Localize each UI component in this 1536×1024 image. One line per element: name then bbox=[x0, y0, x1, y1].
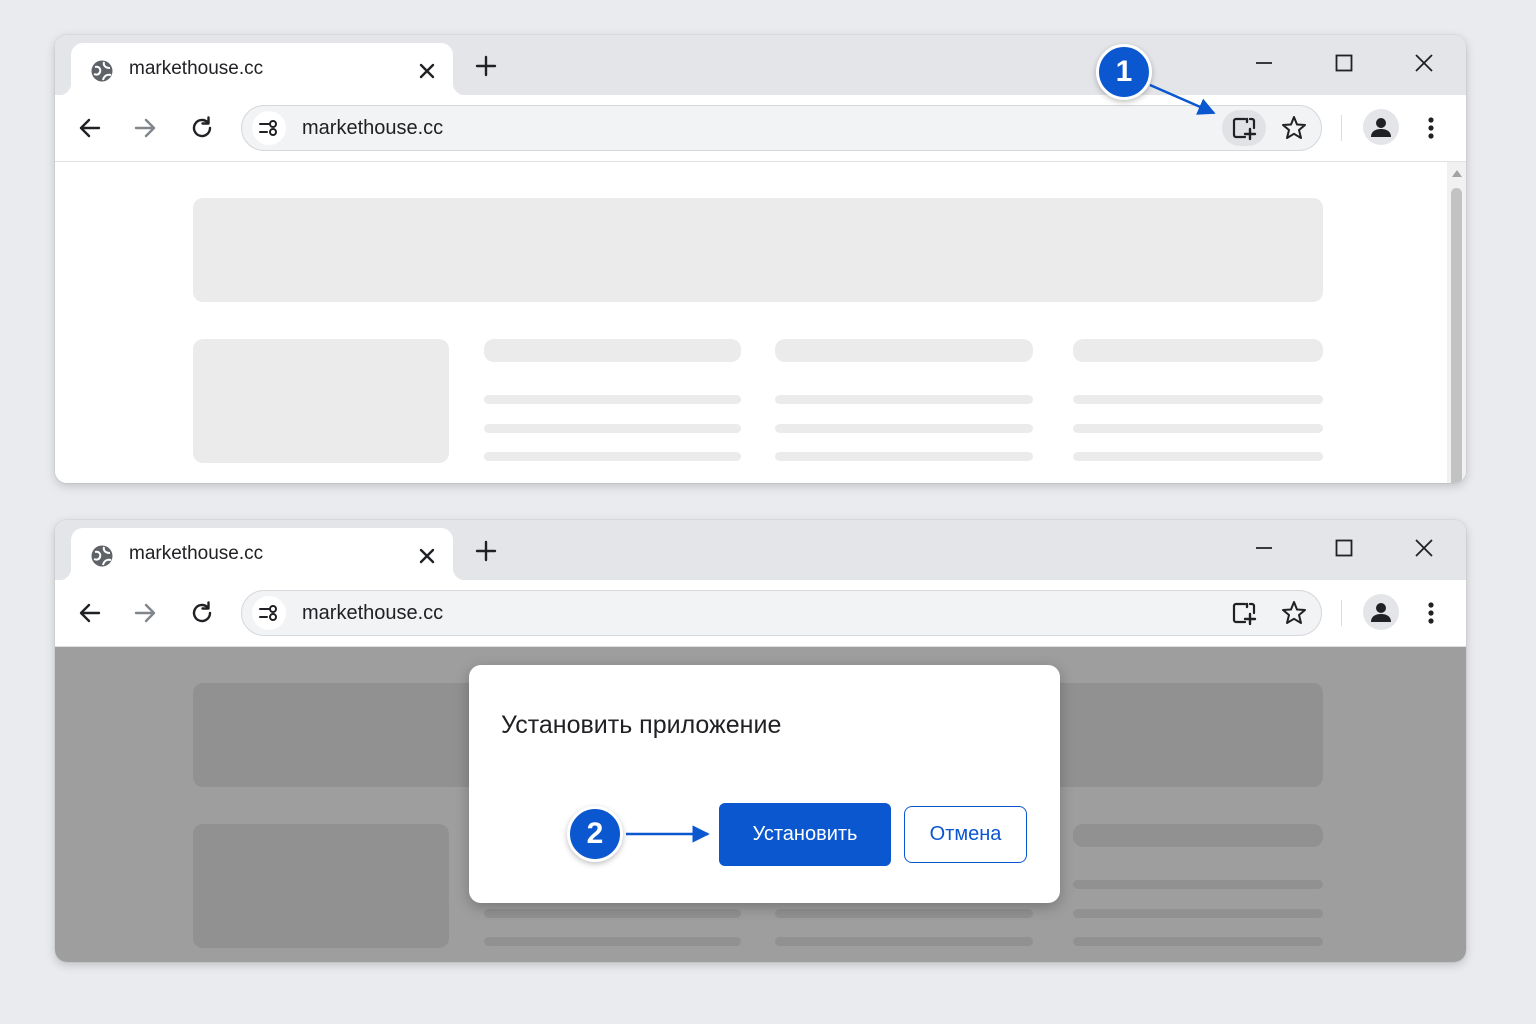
scrollbar[interactable] bbox=[1447, 162, 1466, 483]
maximize-icon[interactable] bbox=[1330, 49, 1358, 77]
toolbar: markethouse.cc bbox=[55, 580, 1466, 647]
skeleton-line bbox=[484, 395, 741, 404]
skeleton-image bbox=[193, 339, 449, 463]
site-settings-icon bbox=[259, 120, 277, 136]
forward-icon[interactable] bbox=[131, 114, 159, 142]
skeleton-line bbox=[1073, 452, 1323, 461]
star-icon[interactable] bbox=[1278, 112, 1310, 144]
browser-tab[interactable]: markethouse.cc bbox=[59, 528, 465, 580]
dialog-title: Установить приложение bbox=[501, 711, 782, 739]
page-content: Установить приложение Установить Отмена bbox=[55, 647, 1466, 962]
site-settings-icon bbox=[259, 605, 277, 621]
new-tab-icon[interactable] bbox=[473, 53, 499, 79]
minimize-icon[interactable] bbox=[1250, 49, 1278, 77]
url-text: markethouse.cc bbox=[302, 117, 444, 139]
install-app-button[interactable] bbox=[1222, 595, 1266, 631]
forward-icon[interactable] bbox=[131, 599, 159, 627]
toolbar-separator bbox=[1341, 115, 1342, 141]
install-app-dialog: Установить приложение Установить Отмена bbox=[469, 665, 1060, 903]
skeleton-banner bbox=[193, 198, 1323, 302]
tab-title: markethouse.cc bbox=[129, 543, 264, 564]
url-text: markethouse.cc bbox=[302, 602, 444, 624]
profile-button[interactable] bbox=[1363, 594, 1399, 630]
close-window-icon[interactable] bbox=[1410, 534, 1438, 562]
address-bar[interactable]: markethouse.cc bbox=[241, 105, 1322, 151]
close-icon[interactable] bbox=[415, 544, 439, 568]
install-app-button[interactable] bbox=[1222, 110, 1266, 146]
skeleton-line bbox=[484, 452, 741, 461]
install-app-icon bbox=[1232, 117, 1257, 141]
tab-strip: markethouse.cc bbox=[55, 35, 1466, 95]
skeleton-line bbox=[775, 424, 1033, 433]
browser-window-step-2: markethouse.cc markethouse.cc Установить… bbox=[55, 520, 1466, 962]
back-icon[interactable] bbox=[76, 599, 104, 627]
close-icon[interactable] bbox=[415, 59, 439, 83]
minimize-icon[interactable] bbox=[1250, 534, 1278, 562]
step-badge-2: 2 bbox=[567, 806, 623, 862]
browser-window-step-1: markethouse.cc markethouse.cc bbox=[55, 35, 1466, 483]
address-bar[interactable]: markethouse.cc bbox=[241, 590, 1322, 636]
dialog-install-button[interactable]: Установить bbox=[719, 803, 891, 866]
tab-strip: markethouse.cc bbox=[55, 520, 1466, 580]
skeleton-heading bbox=[484, 339, 741, 362]
install-app-icon bbox=[1232, 602, 1257, 626]
scroll-thumb[interactable] bbox=[1451, 188, 1462, 483]
globe-icon bbox=[91, 545, 113, 567]
skeleton-line bbox=[775, 395, 1033, 404]
close-window-icon[interactable] bbox=[1410, 49, 1438, 77]
profile-icon bbox=[1371, 118, 1391, 137]
skeleton-line bbox=[1073, 424, 1323, 433]
skeleton-heading bbox=[775, 339, 1033, 362]
dialog-cancel-button[interactable]: Отмена bbox=[904, 806, 1027, 863]
page-content bbox=[55, 162, 1466, 483]
scroll-up-arrow[interactable] bbox=[1452, 170, 1462, 177]
menu-icon[interactable] bbox=[1421, 599, 1441, 627]
maximize-icon[interactable] bbox=[1330, 534, 1358, 562]
reload-icon[interactable] bbox=[188, 114, 216, 142]
back-icon[interactable] bbox=[76, 114, 104, 142]
skeleton-heading bbox=[1073, 339, 1323, 362]
globe-icon bbox=[91, 60, 113, 82]
toolbar: markethouse.cc bbox=[55, 95, 1466, 162]
tab-title: markethouse.cc bbox=[129, 58, 264, 79]
profile-icon bbox=[1371, 603, 1391, 622]
menu-icon[interactable] bbox=[1421, 114, 1441, 142]
toolbar-separator bbox=[1341, 600, 1342, 626]
browser-tab[interactable]: markethouse.cc bbox=[59, 43, 465, 95]
site-settings-button[interactable] bbox=[252, 596, 286, 630]
profile-button[interactable] bbox=[1363, 109, 1399, 145]
skeleton-line bbox=[1073, 395, 1323, 404]
skeleton-line bbox=[484, 424, 741, 433]
step-badge-1: 1 bbox=[1096, 44, 1152, 100]
site-settings-button[interactable] bbox=[252, 111, 286, 145]
skeleton-line bbox=[775, 452, 1033, 461]
star-icon[interactable] bbox=[1278, 597, 1310, 629]
new-tab-icon[interactable] bbox=[473, 538, 499, 564]
reload-icon[interactable] bbox=[188, 599, 216, 627]
